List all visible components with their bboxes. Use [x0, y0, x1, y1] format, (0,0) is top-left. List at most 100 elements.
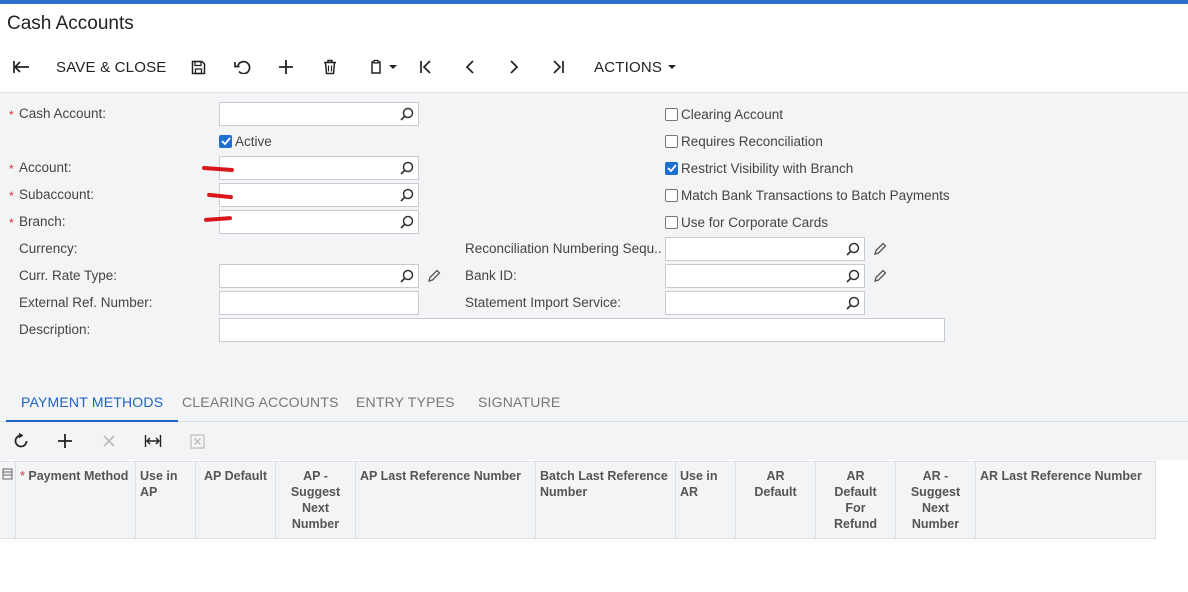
external-ref-label: External Ref. Number: — [19, 295, 153, 310]
curr-rate-type-field[interactable] — [219, 264, 419, 288]
delete-row-button[interactable] — [99, 431, 119, 451]
column-ap-last-reference-number[interactable]: AP Last Reference Number — [356, 462, 536, 539]
next-record-button[interactable] — [504, 48, 524, 86]
required-marker: * — [20, 469, 25, 483]
page-title: Cash Accounts — [7, 13, 134, 34]
required-marker: * — [9, 189, 14, 203]
fit-columns-button[interactable] — [143, 431, 163, 451]
clearing-account-checkbox[interactable]: Clearing Account — [665, 102, 783, 126]
last-page-icon — [553, 60, 564, 74]
tab-signature[interactable]: SIGNATURE — [478, 382, 560, 422]
clipboard-icon — [370, 59, 381, 74]
match-bank-transactions-checkbox[interactable]: Match Bank Transactions to Batch Payment… — [665, 183, 950, 207]
undo-icon — [233, 60, 250, 74]
search-icon[interactable] — [400, 107, 414, 121]
pencil-icon[interactable] — [427, 269, 441, 283]
first-page-icon — [420, 60, 431, 74]
column-use-in-ar[interactable]: Use in AR — [676, 462, 736, 539]
column-ar-default[interactable]: AR Default — [736, 462, 816, 539]
clearing-account-label: Clearing Account — [681, 106, 784, 122]
account-label: Account: — [19, 160, 72, 175]
checkbox-box — [665, 134, 678, 148]
description-field[interactable] — [219, 318, 945, 342]
summary-form: * Cash Account: Active * Account: * Suba… — [0, 92, 1188, 382]
delete-button[interactable] — [320, 48, 340, 86]
refresh-icon — [14, 433, 28, 448]
search-icon[interactable] — [846, 242, 860, 256]
column-ar-suggest-next-number[interactable]: AR - Suggest Next Number — [896, 462, 976, 539]
grid-toolbar — [0, 422, 1188, 460]
column-ap-suggest-next-number[interactable]: AP - Suggest Next Number — [276, 462, 356, 539]
requires-reconciliation-label: Requires Reconciliation — [681, 133, 823, 149]
reconciliation-seq-field[interactable] — [665, 237, 865, 261]
annotation-mark — [201, 165, 235, 173]
external-ref-field[interactable] — [219, 291, 419, 315]
checkmark-icon — [220, 137, 231, 145]
active-label: Active — [235, 133, 272, 149]
tab-bar: PAYMENT METHODS CLEARING ACCOUNTS ENTRY … — [0, 382, 1188, 422]
requires-reconciliation-checkbox[interactable]: Requires Reconciliation — [665, 129, 823, 153]
column-ar-default-for-refund[interactable]: AR Default For Refund — [816, 462, 896, 539]
column-payment-method-label: Payment Method — [28, 469, 129, 483]
tab-entry-types[interactable]: ENTRY TYPES — [356, 382, 455, 422]
branch-field[interactable] — [219, 210, 419, 234]
chevron-right-icon — [510, 60, 519, 74]
previous-record-button[interactable] — [460, 48, 480, 86]
search-icon[interactable] — [400, 188, 414, 202]
pencil-icon[interactable] — [873, 269, 887, 283]
corporate-cards-checkbox[interactable]: Use for Corporate Cards — [665, 210, 828, 234]
save-button[interactable] — [188, 48, 208, 86]
match-bank-transactions-label: Match Bank Transactions to Batch Payment… — [681, 187, 950, 203]
corporate-cards-label: Use for Corporate Cards — [681, 214, 829, 230]
checkbox-box — [665, 107, 678, 121]
search-icon[interactable] — [846, 296, 860, 310]
column-batch-last-reference-number[interactable]: Batch Last Reference Number — [536, 462, 676, 539]
column-ar-last-reference-number[interactable]: AR Last Reference Number — [976, 462, 1156, 539]
statement-import-field[interactable] — [665, 291, 865, 315]
plus-icon — [279, 60, 293, 74]
restrict-visibility-checkbox[interactable]: Restrict Visibility with Branch — [665, 156, 853, 180]
excel-icon — [189, 433, 205, 449]
column-ap-default[interactable]: AP Default — [196, 462, 276, 539]
search-icon[interactable] — [400, 215, 414, 229]
bank-id-label: Bank ID: — [465, 268, 517, 283]
required-marker: * — [9, 108, 14, 122]
checkbox-box — [665, 161, 678, 175]
column-use-in-ap[interactable]: Use in AP — [136, 462, 196, 539]
actions-label: ACTIONS — [594, 58, 663, 76]
save-close-button[interactable]: SAVE & CLOSE — [56, 48, 167, 86]
export-excel-button[interactable] — [187, 431, 207, 451]
caret-down-icon — [388, 65, 397, 69]
account-field[interactable] — [219, 156, 419, 180]
tab-clearing-accounts[interactable]: CLEARING ACCOUNTS — [182, 382, 339, 422]
search-icon[interactable] — [400, 269, 414, 283]
required-marker: * — [9, 216, 14, 230]
trash-icon — [324, 59, 336, 75]
checkmark-icon — [666, 164, 677, 172]
payment-methods-grid-header: * Payment Method Use in AP AP Default AP… — [0, 461, 1156, 539]
pencil-icon[interactable] — [873, 242, 887, 256]
last-record-button[interactable] — [548, 48, 568, 86]
add-button[interactable] — [276, 48, 296, 86]
search-icon[interactable] — [846, 269, 860, 283]
checkbox-box — [665, 215, 678, 229]
row-selector-column[interactable] — [0, 462, 16, 539]
first-record-button[interactable] — [416, 48, 436, 86]
cash-account-field[interactable] — [219, 102, 419, 126]
back-button[interactable] — [8, 48, 34, 86]
bank-id-field[interactable] — [665, 264, 865, 288]
main-toolbar: SAVE & CLOSE ACTIONS — [0, 48, 1188, 86]
column-config-icon[interactable] — [2, 468, 13, 480]
clipboard-menu-button[interactable] — [364, 48, 402, 86]
undo-button[interactable] — [231, 48, 253, 86]
actions-menu-button[interactable]: ACTIONS — [594, 48, 677, 86]
add-row-button[interactable] — [55, 431, 75, 451]
save-icon — [191, 60, 205, 74]
active-checkbox[interactable]: Active — [219, 129, 272, 153]
arrow-left-icon — [13, 61, 29, 73]
tab-payment-methods[interactable]: PAYMENT METHODS — [6, 382, 179, 422]
search-icon[interactable] — [400, 161, 414, 175]
refresh-button[interactable] — [11, 431, 31, 451]
subaccount-field[interactable] — [219, 183, 419, 207]
column-payment-method[interactable]: * Payment Method — [16, 462, 136, 539]
